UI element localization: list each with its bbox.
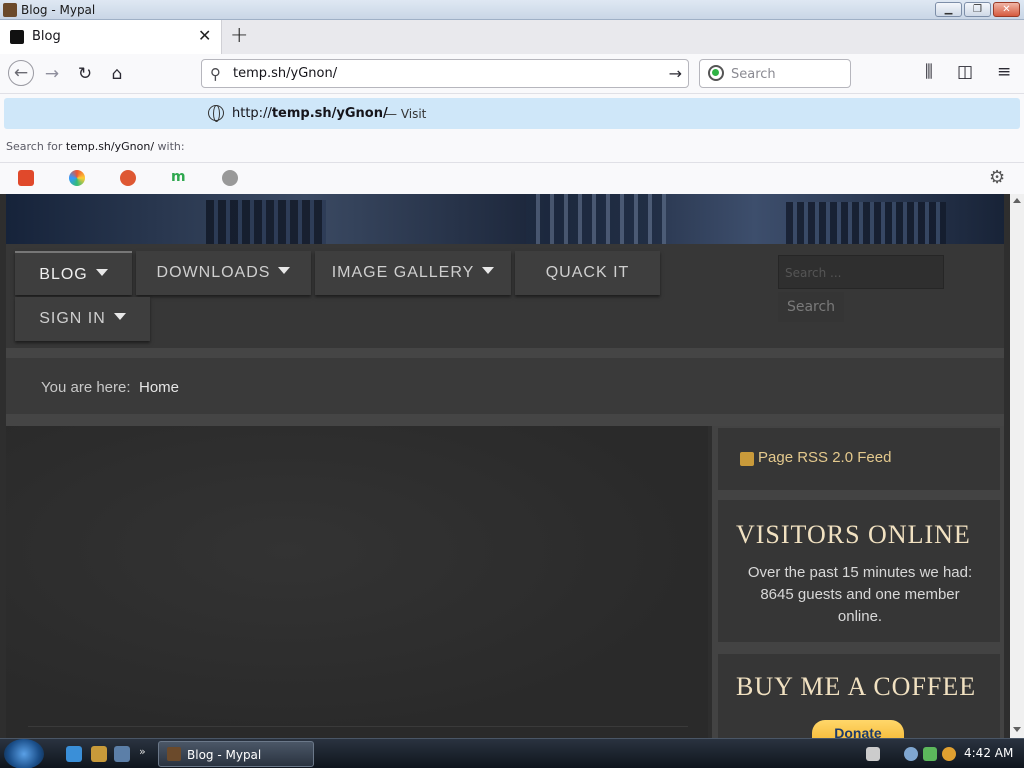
menu-label: DOWNLOADS — [156, 264, 271, 281]
rss-icon — [740, 452, 754, 466]
one-off-search-engines: m ⚙ — [0, 162, 1024, 194]
window-titlebar: Blog - Mypal ▁ ❐ ✕ — [0, 0, 1024, 20]
site-search-button[interactable]: Search — [778, 292, 844, 322]
check-tray-icon[interactable] — [923, 747, 937, 761]
banner-building — [526, 194, 666, 244]
menu-label: SIGN IN — [39, 310, 106, 327]
caret-down-icon — [482, 267, 495, 274]
chevron-right-icon[interactable]: » — [139, 746, 149, 762]
maximize-button[interactable]: ❐ — [964, 2, 991, 17]
menu-sign-in[interactable]: SIGN IN — [15, 297, 150, 341]
vertical-scrollbar[interactable] — [1010, 194, 1024, 738]
close-tab-icon[interactable]: ✕ — [198, 26, 211, 45]
search-input[interactable]: Search — [731, 67, 776, 82]
url-suggestion[interactable]: http://temp.sh/yGnon/ — Visit — [4, 98, 1020, 129]
menu-label: QUACK IT — [545, 264, 630, 281]
caret-down-icon — [95, 269, 108, 276]
window-controls: ▁ ❐ ✕ — [935, 2, 1020, 17]
menu-image-gallery[interactable]: IMAGE GALLERY — [315, 251, 511, 295]
go-arrow-icon[interactable]: → — [669, 64, 682, 83]
menu-label: BLOG — [39, 266, 88, 283]
search-for-label: Search for temp.sh/yGnon/ with: — [6, 140, 185, 153]
main-content — [6, 426, 708, 738]
search-icon: ⚲ — [210, 65, 221, 83]
generic-search-icon[interactable] — [222, 170, 238, 186]
mypal-app-icon — [167, 747, 181, 761]
minimize-button[interactable]: ▁ — [935, 2, 962, 17]
menu-label: IMAGE GALLERY — [331, 264, 475, 281]
visitors-text: Over the past 15 minutes we had: 8645 gu… — [747, 564, 973, 625]
scroll-up-icon[interactable] — [1013, 198, 1021, 203]
url-input[interactable]: temp.sh/yGnon/ — [233, 66, 337, 81]
donate-button[interactable]: Donate — [812, 720, 904, 738]
site-search-placeholder: Search ... — [785, 266, 842, 280]
banner-building — [206, 200, 326, 244]
taskbar-item-mypal[interactable]: Blog - Mypal — [158, 741, 314, 767]
sidebar: Page RSS 2.0 Feed VISITORS ONLINE Over t… — [712, 426, 1004, 738]
web-page: BLOG DOWNLOADS IMAGE GALLERY QUACK IT SI… — [0, 194, 1010, 738]
url-bar[interactable]: ⚲ temp.sh/yGnon/ → — [201, 59, 689, 88]
suggestion-action: — Visit — [385, 107, 427, 121]
suggestion-url: http://temp.sh/yGnon/ — [232, 106, 388, 121]
visitors-module: VISITORS ONLINE Over the past 15 minutes… — [718, 500, 1000, 642]
duckduckgo-search-icon[interactable] — [120, 170, 136, 186]
window-title: Blog - Mypal — [21, 3, 96, 17]
content-rule — [28, 726, 688, 727]
menu-blog[interactable]: BLOG — [15, 251, 132, 295]
globe-icon — [208, 105, 224, 122]
caret-down-icon — [278, 267, 291, 274]
reload-button[interactable]: ↻ — [73, 62, 97, 86]
tab-blog[interactable]: Blog ✕ — [0, 20, 222, 54]
back-button[interactable]: ← — [8, 60, 34, 86]
brave-search-icon[interactable] — [18, 170, 34, 186]
new-tab-button[interactable]: + — [230, 23, 248, 48]
url-dropdown: http://temp.sh/yGnon/ — Visit Search for… — [0, 94, 1024, 194]
coffee-title: BUY ME A COFFEE — [736, 672, 977, 701]
banner-building — [786, 202, 946, 244]
search-tray-icon[interactable] — [942, 747, 956, 761]
mojeek-search-icon[interactable]: m — [171, 170, 187, 186]
taskbar: » Blog - Mypal 4:42 AM — [0, 738, 1024, 768]
keyboard-icon[interactable] — [866, 747, 880, 761]
tab-label: Blog — [32, 29, 61, 44]
mypal-app-icon — [3, 3, 17, 17]
search-engine-icon[interactable] — [708, 65, 724, 81]
start-button[interactable] — [4, 739, 44, 768]
clock[interactable]: 4:42 AM — [964, 746, 1013, 760]
menu-icon[interactable]: ≡ — [997, 62, 1011, 82]
visitors-title: VISITORS ONLINE — [736, 520, 971, 549]
caret-down-icon — [113, 313, 126, 320]
nav-toolbar: ← → ↻ ⌂ ⚲ temp.sh/yGnon/ → Search ⫼ ◫ ≡ — [0, 54, 1024, 94]
tab-strip: Blog ✕ + — [0, 20, 1024, 54]
scroll-down-icon[interactable] — [1013, 727, 1021, 732]
menu-downloads[interactable]: DOWNLOADS — [136, 251, 311, 295]
rss-link[interactable]: Page RSS 2.0 Feed — [758, 449, 891, 466]
show-desktop-icon[interactable] — [114, 746, 130, 762]
gear-icon[interactable]: ⚙ — [989, 167, 1005, 188]
search-box[interactable]: Search — [699, 59, 851, 88]
settings-tray-icon[interactable] — [904, 747, 918, 761]
mypal-quicklaunch-icon[interactable] — [91, 746, 107, 762]
qwant-search-icon[interactable] — [69, 170, 85, 186]
breadcrumb-label: You are here: — [41, 379, 131, 396]
internet-explorer-icon[interactable] — [66, 746, 82, 762]
site-favicon-icon — [10, 30, 24, 44]
taskbar-item-label: Blog - Mypal — [187, 748, 262, 762]
coffee-module: BUY ME A COFFEE Donate — [718, 654, 1000, 738]
breadcrumb: You are here: Home — [6, 358, 1004, 414]
menu-quack-it[interactable]: QUACK IT — [515, 251, 660, 295]
site-banner — [6, 194, 1004, 244]
site-search-input[interactable]: Search ... — [778, 255, 944, 289]
home-button[interactable]: ⌂ — [105, 62, 129, 86]
rss-module: Page RSS 2.0 Feed — [718, 428, 1000, 490]
close-window-button[interactable]: ✕ — [993, 2, 1020, 17]
divider — [6, 414, 1004, 426]
divider — [6, 348, 1004, 358]
sidebar-icon[interactable]: ◫ — [957, 62, 973, 82]
library-icon[interactable]: ⫼ — [925, 62, 933, 82]
forward-button[interactable]: → — [40, 62, 64, 86]
breadcrumb-home: Home — [139, 379, 180, 396]
